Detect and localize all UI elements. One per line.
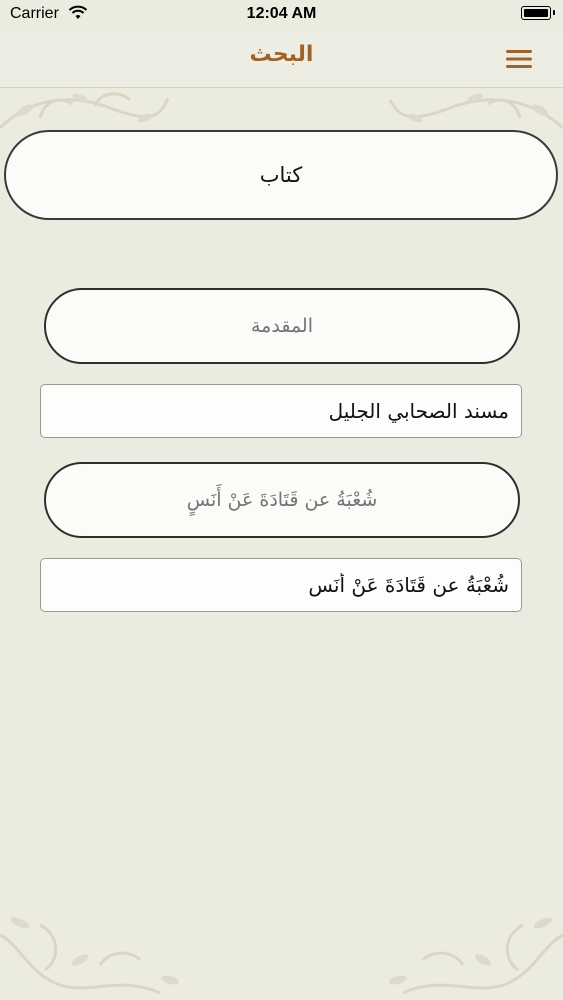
bottom-right-ornament-icon xyxy=(389,917,563,995)
page-title: البحث xyxy=(249,42,314,67)
section-text-field[interactable] xyxy=(40,558,522,612)
section-button-label: شُعْبَةُ عن قَتَادَةَ عَنْ أَنَسٍ xyxy=(186,489,378,511)
section-button-introduction[interactable]: المقدمة xyxy=(44,288,520,364)
status-bar: Carrier 12:04 AM xyxy=(0,0,563,30)
book-label: كتاب xyxy=(259,163,303,187)
bottom-left-ornament-icon xyxy=(0,917,179,995)
section-button-chain[interactable]: شُعْبَةُ عن قَتَادَةَ عَنْ أَنَسٍ xyxy=(44,462,520,538)
hamburger-menu-icon[interactable] xyxy=(505,48,533,70)
battery-icon xyxy=(521,6,555,20)
navigation-bar: البحث xyxy=(0,30,563,88)
book-label-box: كتاب xyxy=(4,130,558,220)
status-time: 12:04 AM xyxy=(246,5,317,22)
section-text-field[interactable] xyxy=(40,384,522,438)
section-button-label: المقدمة xyxy=(251,315,314,337)
